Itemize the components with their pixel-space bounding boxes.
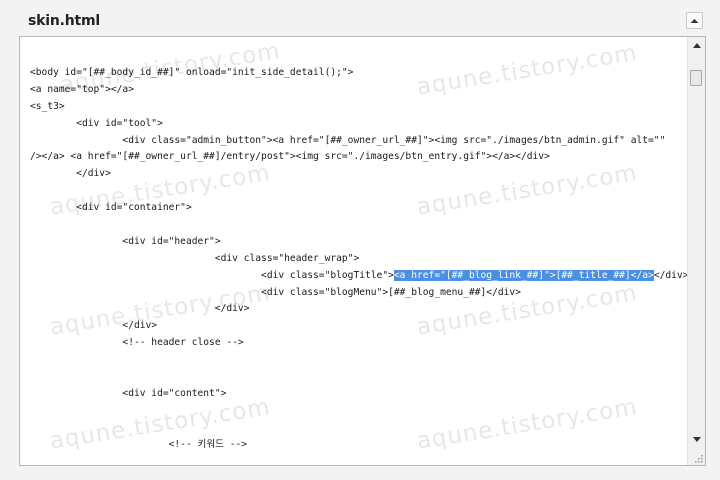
code-text: <div class="blogMenu">[##_blog_menu_##]<… xyxy=(30,286,521,298)
scroll-up-button[interactable] xyxy=(688,37,705,54)
code-line: <div class="header_wrap"> xyxy=(30,251,690,268)
vertical-scrollbar[interactable] xyxy=(687,37,705,465)
code-line: <div class="blogMenu">[##_blog_menu_##]<… xyxy=(30,285,690,302)
collapse-button[interactable] xyxy=(686,12,703,29)
code-line: <a name="top"></a> xyxy=(30,82,690,99)
triangle-up-icon xyxy=(692,43,701,48)
triangle-down-icon xyxy=(692,437,701,442)
code-text: /></a> <a href="[##_owner_url_##]/entry/… xyxy=(30,151,550,163)
code-text: </div> xyxy=(30,168,111,180)
code-line: </div> xyxy=(30,301,690,318)
panel-title: skin.html xyxy=(28,13,100,29)
code-text: <div class="header_wrap"> xyxy=(30,252,360,264)
code-line: </div> xyxy=(30,318,690,335)
code-line: </div> xyxy=(30,166,690,183)
code-text: <body id="[##_body_id_##]" onload="init_… xyxy=(30,67,354,78)
code-text: <div id="container"> xyxy=(30,202,192,214)
resize-grip-icon[interactable] xyxy=(692,452,704,464)
code-text: </div> xyxy=(30,320,158,332)
code-line: <body id="[##_body_id_##]" onload="init_… xyxy=(30,65,690,82)
code-line: <div class="admin_button"><a href="[##_o… xyxy=(30,133,690,150)
code-line: <!-- header close --> xyxy=(30,335,690,352)
code-text: <a name="top"></a> xyxy=(30,83,134,95)
scroll-thumb[interactable] xyxy=(690,70,702,86)
chevron-up-icon xyxy=(690,18,699,23)
code-line: <div class="blogTitle"><a href="[##_blog… xyxy=(30,268,690,285)
selected-text[interactable]: <a href="[##_blog_link_##]">[##_title_##… xyxy=(393,269,654,281)
code-text: <!-- 키워드 --> xyxy=(30,438,248,450)
skin-editor-panel: skin.html aqune.tistory.com aqune.tistor… xyxy=(0,0,720,480)
code-text: <s_t3> xyxy=(30,100,65,112)
code-text: <div id="tool"> xyxy=(30,117,163,129)
code-line: <div id="header"> xyxy=(30,234,690,251)
code-text: <div class="blogTitle"> xyxy=(30,269,394,281)
code-line: <!-- 키워드 --> xyxy=(30,437,690,454)
code-line: <s_t3> xyxy=(30,99,690,116)
code-text: </div> xyxy=(653,269,689,281)
code-content: <body id="[##_body_id_##]" onload="init_… xyxy=(30,65,690,453)
code-line: <div id="tool"> xyxy=(30,116,690,133)
code-line: <div id="content"> xyxy=(30,386,690,403)
code-text: <div class="admin_button"><a href="[##_o… xyxy=(30,134,666,146)
code-textarea[interactable]: aqune.tistory.com aqune.tistory.com aqun… xyxy=(19,36,706,466)
scroll-down-button[interactable] xyxy=(688,431,705,448)
code-text: <!-- header close --> xyxy=(30,337,244,349)
code-line: /></a> <a href="[##_owner_url_##]/entry/… xyxy=(30,149,690,166)
code-text: </div> xyxy=(30,303,250,315)
code-text: <div id="content"> xyxy=(30,387,227,399)
code-text: <div id="header"> xyxy=(30,235,221,247)
code-line: <div id="container"> xyxy=(30,200,690,217)
